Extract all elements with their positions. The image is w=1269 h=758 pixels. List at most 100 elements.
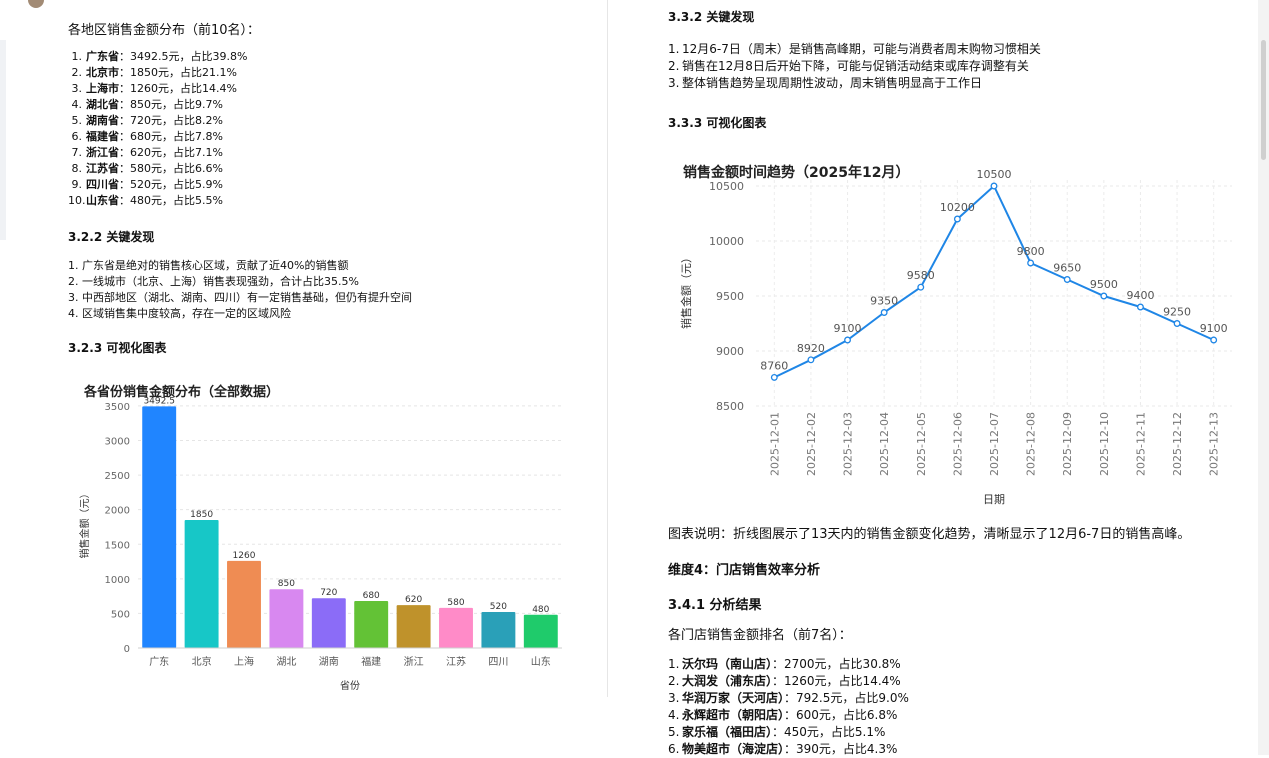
x-tick-label: 2025-12-05 bbox=[915, 412, 928, 476]
list-item-name: 福建省 bbox=[86, 130, 119, 143]
list-item: 3. 整体销售趋势呈现周期性波动，周末销售明显高于工作日 bbox=[668, 75, 1041, 92]
list-number: 2. bbox=[68, 275, 79, 288]
list-number: 3. bbox=[68, 291, 79, 304]
x-tick-label: 2025-12-09 bbox=[1061, 412, 1074, 476]
x-tick-label: 2025-12-07 bbox=[988, 412, 1001, 476]
list-item: 7. 浙江省：620元，占比7.1% bbox=[68, 145, 247, 161]
list-item-text: 一线城市（北京、上海）销售表现强劲，合计占比35.5% bbox=[82, 275, 359, 288]
right-findings-list: 1. 12月6-7日（周末）是销售高峰期，可能与消费者周末购物习惯相关 2. 销售在1… bbox=[668, 41, 1041, 92]
list-number: 2. bbox=[71, 66, 83, 79]
list-number: 1. bbox=[668, 42, 680, 56]
list-number: 3. bbox=[668, 76, 680, 90]
x-tick-label: 2025-12-06 bbox=[951, 412, 964, 476]
sales-trend-line-chart: 销售金额时间趋势（2025年12月） 8500 9000 9500 10000 10500… bbox=[679, 164, 1232, 506]
y-tick-label: 8500 bbox=[716, 400, 744, 413]
list-item-text: 区域销售集中度较高，存在一定的区域风险 bbox=[82, 307, 291, 320]
list-item-name: 四川省 bbox=[86, 178, 119, 191]
side-strip bbox=[0, 40, 6, 240]
list-item-name: 湖北省 bbox=[86, 98, 119, 111]
y-tick-label: 0 bbox=[124, 644, 130, 655]
bar-value-label: 1850 bbox=[190, 510, 213, 520]
x-tick-label: 2025-12-11 bbox=[1134, 412, 1147, 476]
right-document-page: 3.3.2 关键发现 1. 12月6-7日（周末）是销售高峰期，可能与消费者周末购… bbox=[620, 0, 1260, 756]
list-item-detail: ：1260元，占比14.4% bbox=[772, 674, 901, 688]
list-item-name: 家乐福（福田店） bbox=[682, 725, 773, 739]
bar-value-label: 850 bbox=[278, 579, 295, 589]
list-item-detail: ：1850元，占比21.1% bbox=[119, 66, 237, 79]
bar bbox=[481, 612, 516, 648]
list-item-text: 广东省是绝对的销售核心区域，贡献了近40%的销售额 bbox=[82, 259, 349, 272]
data-point bbox=[880, 309, 888, 316]
list-number: 4. bbox=[71, 98, 83, 111]
list-item-text: 销售在12月8日后开始下降，可能与促销活动结束或库存调整有关 bbox=[682, 59, 1029, 73]
list-item: 5. 家乐福（福田店）：450元，占比5.1% bbox=[668, 724, 909, 741]
x-tick-label: 2025-12-01 bbox=[768, 412, 781, 476]
data-label: 9800 bbox=[1017, 245, 1045, 258]
data-label: 9400 bbox=[1126, 289, 1154, 302]
list-item-name: 广东省 bbox=[86, 50, 119, 63]
bar-value-label: 720 bbox=[320, 588, 337, 598]
list-number: 2. bbox=[668, 59, 680, 73]
x-tick-label: 浙江 bbox=[404, 656, 424, 668]
bar bbox=[142, 406, 177, 648]
y-tick-label: 9000 bbox=[716, 345, 744, 358]
list-item-name: 山东省 bbox=[86, 194, 119, 207]
dimension-4-heading: 维度4：门店销售效率分析 bbox=[668, 563, 821, 578]
y-tick-label: 9500 bbox=[716, 290, 744, 303]
list-item: 5. 湖南省：720元，占比8.2% bbox=[68, 113, 247, 129]
chart-title: 各省份销售金额分布（全部数据） bbox=[83, 384, 279, 400]
bar-value-label: 680 bbox=[363, 591, 380, 601]
list-number: 9. bbox=[71, 178, 83, 191]
list-item-detail: ：850元，占比9.7% bbox=[119, 98, 223, 111]
bar-value-label: 480 bbox=[532, 605, 549, 615]
list-item: 1. 沃尔玛（南山店）：2700元，占比30.8% bbox=[668, 656, 909, 673]
x-tick-label: 湖南 bbox=[319, 655, 339, 668]
y-tick-label: 3000 bbox=[105, 437, 130, 448]
province-sales-bar-chart: 各省份销售金额分布（全部数据） 0 500 1000 1500 2000 2500 3000 3… bbox=[78, 384, 562, 692]
x-tick-label: 上海 bbox=[234, 655, 254, 668]
list-item: 1. 广东省：3492.5元，占比39.8% bbox=[68, 49, 248, 65]
bar bbox=[396, 605, 431, 648]
y-tick-label: 1500 bbox=[105, 540, 130, 551]
list-number: 6. bbox=[71, 130, 83, 143]
list-item-detail: ：2700元，占比30.8% bbox=[772, 657, 901, 671]
bar bbox=[523, 614, 558, 648]
data-label: 10500 bbox=[977, 168, 1012, 181]
data-label: 9500 bbox=[1090, 278, 1118, 291]
bar-value-label: 620 bbox=[405, 595, 422, 605]
data-point bbox=[1137, 303, 1144, 311]
bar-value-label: 520 bbox=[490, 602, 507, 612]
scrollbar-thumb[interactable] bbox=[1261, 40, 1266, 160]
list-number: 3. bbox=[71, 82, 83, 95]
list-item-detail: ：480元，占比5.5% bbox=[119, 194, 223, 207]
y-tick-label: 500 bbox=[111, 609, 130, 620]
list-item: 2. 北京市：1850元，占比21.1% bbox=[68, 65, 247, 81]
bar bbox=[184, 520, 219, 648]
x-tick-label: 2025-12-08 bbox=[1025, 412, 1038, 476]
list-item-name: 华润万家（天河店） bbox=[682, 691, 785, 705]
x-tick-label: 山东 bbox=[531, 655, 551, 668]
bar-value-label: 3492.5 bbox=[143, 396, 175, 406]
list-item-name: 江苏省 bbox=[86, 162, 119, 175]
list-item-detail: ：390元，占比4.3% bbox=[784, 742, 898, 756]
list-item: 3. 华润万家（天河店）：792.5元，占比9.0% bbox=[668, 690, 909, 707]
list-number: 4. bbox=[68, 307, 79, 320]
scrollbar[interactable] bbox=[1258, 0, 1269, 755]
x-tick-label: 北京 bbox=[192, 655, 212, 668]
list-number: 10. bbox=[68, 194, 86, 207]
list-item: 9. 四川省：520元，占比5.9% bbox=[68, 177, 247, 193]
x-tick-label: 四川 bbox=[488, 657, 508, 668]
data-point bbox=[990, 182, 998, 190]
list-item-name: 沃尔玛（南山店） bbox=[682, 657, 773, 671]
x-tick-label: 广东 bbox=[149, 655, 169, 668]
list-number: 1. bbox=[668, 657, 680, 671]
store-intro: 各门店销售金额排名（前7名）： bbox=[668, 628, 852, 643]
bar-value-label: 580 bbox=[447, 598, 464, 608]
bar bbox=[227, 560, 261, 648]
x-tick-label: 江苏 bbox=[446, 655, 466, 668]
data-point bbox=[953, 215, 961, 223]
data-label: 9100 bbox=[834, 322, 862, 335]
region-intro: 各地区销售金额分布（前10名）： bbox=[68, 23, 261, 38]
y-axis-label: 销售金额（元） bbox=[679, 252, 693, 329]
chart-caption: 图表说明：折线图展示了13天内的销售金额变化趋势，清晰显示了12月6-7日的销售… bbox=[668, 527, 1191, 542]
